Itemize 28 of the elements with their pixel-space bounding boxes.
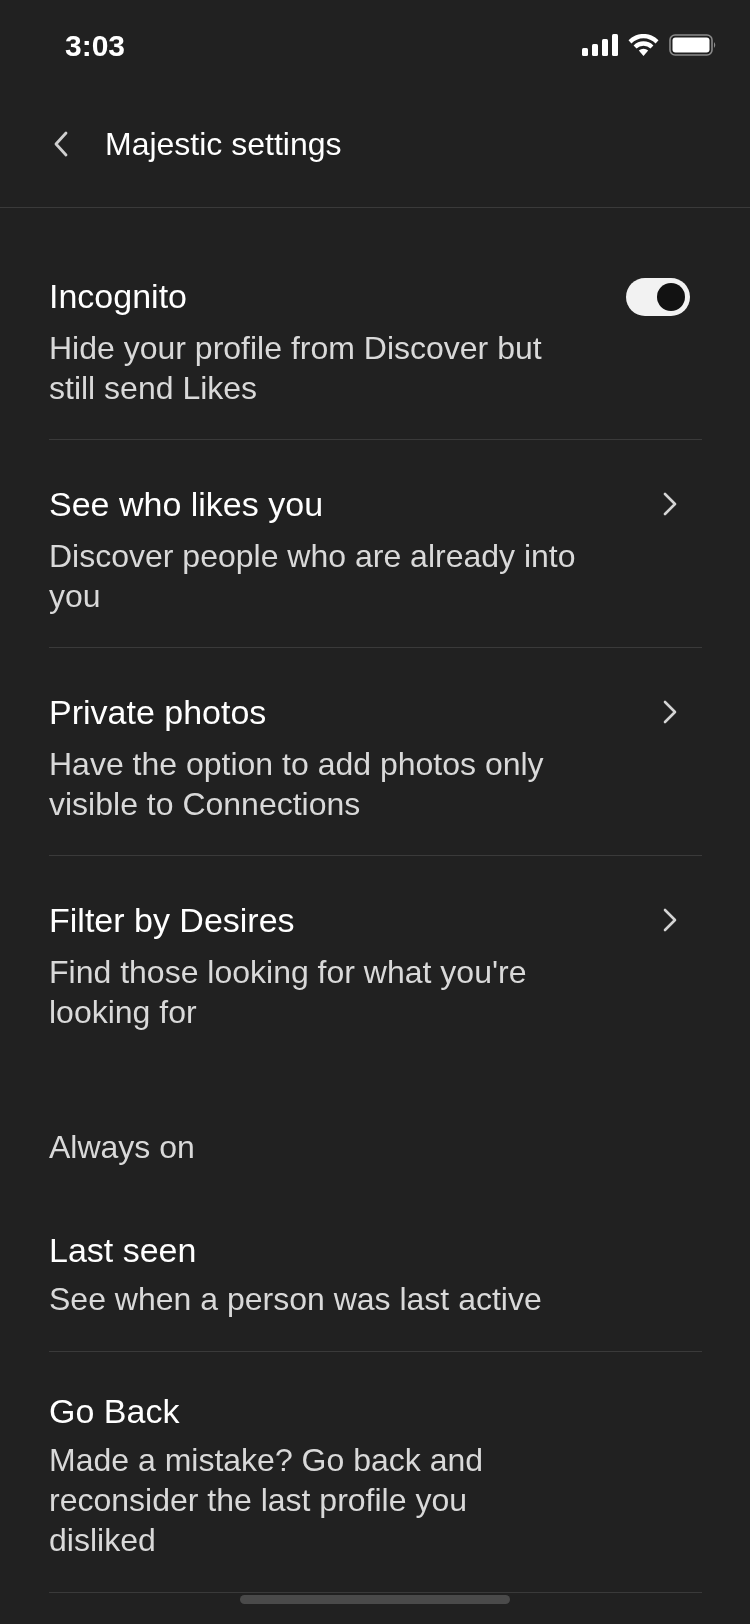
signal-icon [582,34,618,56]
setting-title: See who likes you [49,484,325,524]
chevron-right-icon [663,908,677,932]
chevron-right-icon [663,492,677,516]
wifi-icon [628,34,659,56]
setting-title: Last seen [49,1230,198,1270]
settings-row[interactable]: Private photos Have the option to add photos only visible to Connections [49,648,702,856]
settings-row[interactable]: See who likes you Discover people who are already into you [49,440,702,648]
setting-description: Hide your profile from Discover but still send Likes [49,329,543,408]
settings-row[interactable]: Incognito Hide your profile from Discover but still send Likes [49,232,702,440]
toggle-knob-icon [657,283,685,311]
setting-title: Go Back [49,1391,181,1431]
setting-title: Private photos [49,692,268,732]
section-heading: Always on [49,1128,196,1167]
setting-title: Incognito [49,276,188,316]
setting-description: See when a person was last active [49,1280,543,1319]
setting-description: Made a mistake? Go back and reconsider the last profile you disliked [49,1441,484,1560]
back-chevron-icon [53,131,69,157]
setting-description: Have the option to add photos only visible to Connections [49,745,545,824]
battery-icon [669,34,717,56]
toggle-switch[interactable] [626,278,690,316]
settings-row[interactable]: Filter by Desires Find those looking for what you're looking for [49,856,702,1063]
screen-title: Majestic settings [105,125,342,164]
setting-description: Discover people who are already into you [49,537,577,616]
setting-title: Filter by Desires [49,900,296,940]
setting-description: Find those looking for what you're looking for [49,953,528,1032]
chevron-right-icon [663,700,677,724]
status-time: 3:03 [65,28,126,64]
